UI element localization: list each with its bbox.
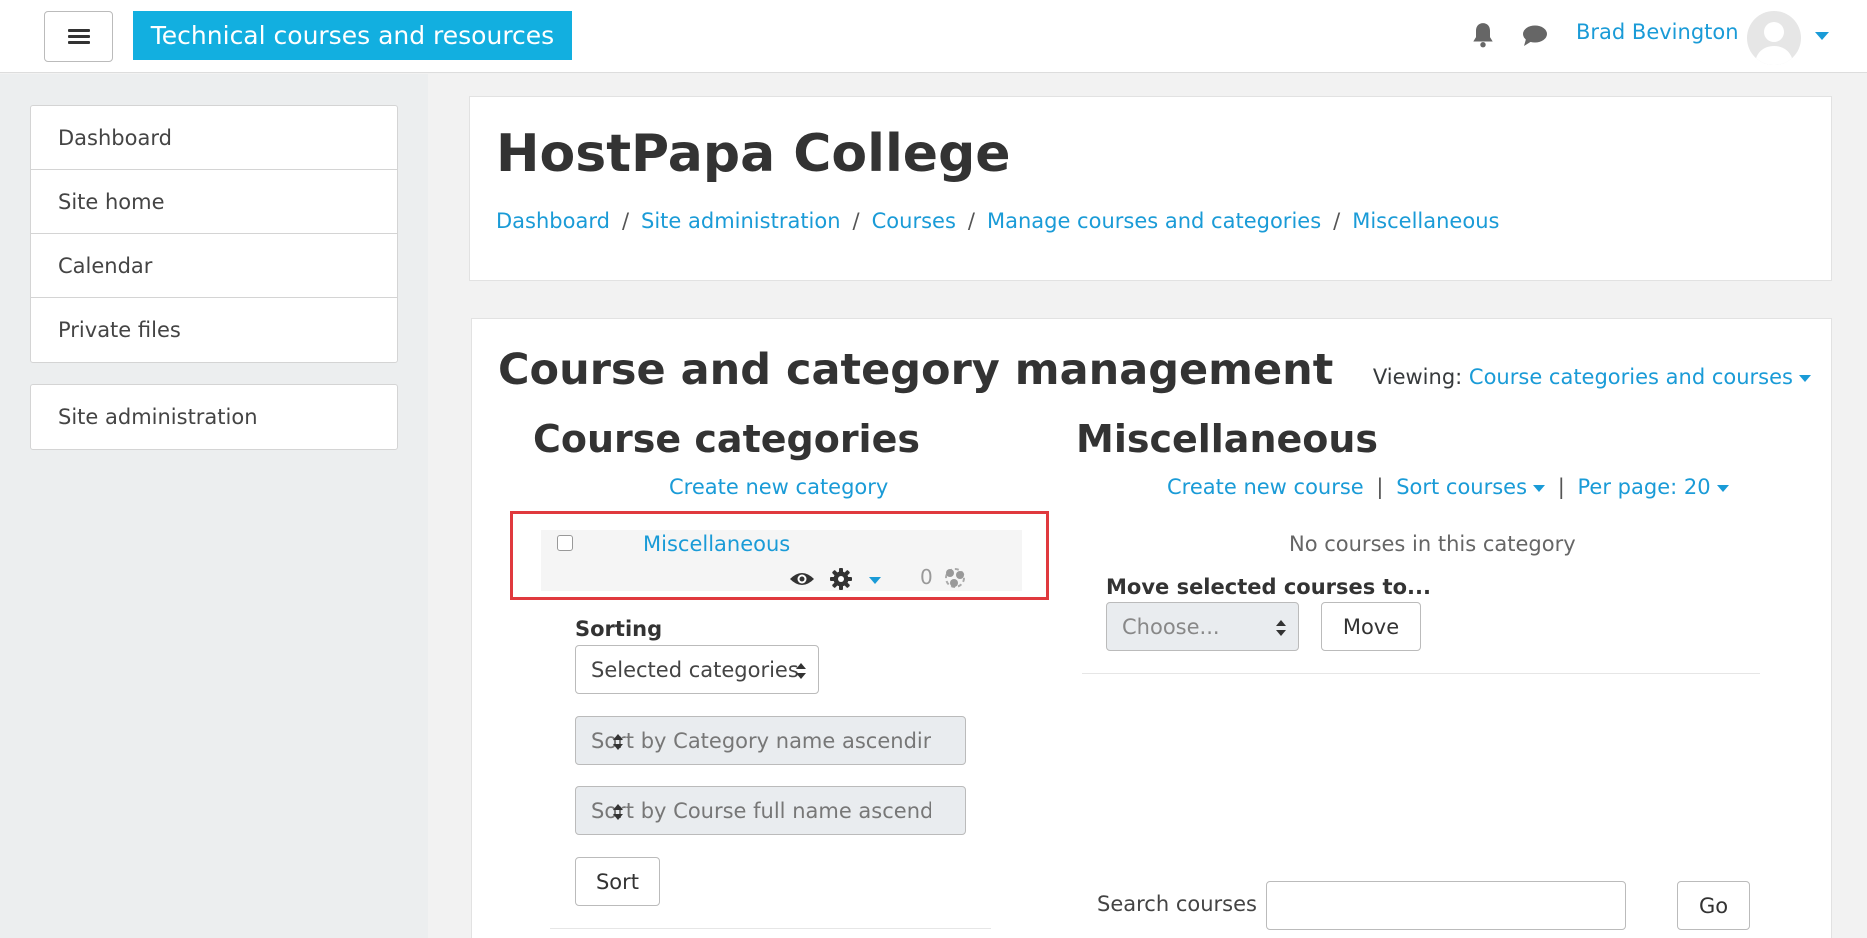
nav-item-dashboard[interactable]: Dashboard (31, 106, 397, 170)
course-actions-bar: Create new course | Sort courses | Per p… (1167, 475, 1729, 499)
breadcrumb-manage-courses[interactable]: Manage courses and categories (987, 209, 1321, 233)
category-sort-select[interactable]: Sort by Category name ascending (575, 716, 966, 765)
move-button[interactable]: Move (1321, 602, 1421, 651)
divider (550, 928, 991, 929)
category-checkbox[interactable] (557, 535, 573, 551)
empty-courses-message: No courses in this category (1289, 532, 1576, 556)
breadcrumb-dashboard[interactable]: Dashboard (496, 209, 610, 233)
move-target-value: Choose... (1122, 614, 1220, 639)
sort-scope-value: Selected categories (591, 657, 799, 682)
search-courses-input[interactable] (1266, 881, 1626, 930)
management-panel: Course and category management Viewing: … (471, 318, 1832, 938)
nav-item-private-files[interactable]: Private files (31, 298, 397, 362)
user-name-link[interactable]: Brad Bevington (1576, 20, 1739, 44)
chevron-down-icon (1533, 484, 1546, 492)
create-category-link[interactable]: Create new category (669, 475, 888, 499)
page-title: HostPapa College (496, 124, 1011, 184)
eye-icon[interactable] (789, 570, 815, 588)
search-courses-label: Search courses (1097, 892, 1257, 916)
pipe-separator: | (1376, 475, 1384, 499)
breadcrumb-separator: / (852, 209, 860, 233)
select-arrows-icon (613, 804, 953, 820)
breadcrumb-separator: / (621, 209, 630, 233)
viewing-label: Viewing: (1372, 365, 1463, 389)
sort-button[interactable]: Sort (575, 857, 660, 906)
drawer-toggle-button[interactable] (44, 11, 113, 62)
per-page-dropdown[interactable]: Per page: 20 (1578, 475, 1729, 499)
nav-item-site-home[interactable]: Site home (31, 170, 397, 234)
chevron-down-icon (1799, 374, 1811, 382)
cohorts-icon[interactable] (942, 565, 968, 591)
per-page-label: Per page: 20 (1577, 475, 1711, 499)
breadcrumb-site-administration[interactable]: Site administration (641, 209, 841, 233)
search-go-button[interactable]: Go (1677, 881, 1750, 930)
top-navbar: Technical courses and resources Brad Bev… (0, 0, 1867, 73)
select-arrows-icon (1276, 620, 1286, 636)
user-menu-caret-icon[interactable] (1815, 32, 1829, 40)
admin-nav-group: Site administration (30, 384, 398, 450)
chevron-down-icon[interactable] (869, 577, 881, 584)
create-course-link[interactable]: Create new course (1167, 475, 1364, 499)
viewing-selector: Viewing: Course categories and courses (1373, 365, 1811, 389)
nav-item-calendar[interactable]: Calendar (31, 234, 397, 298)
viewing-mode-dropdown[interactable]: Course categories and courses (1469, 365, 1811, 389)
breadcrumb-miscellaneous[interactable]: Miscellaneous (1352, 209, 1499, 233)
sorting-label: Sorting (575, 617, 663, 641)
category-name-link[interactable]: Miscellaneous (643, 532, 790, 556)
gear-icon[interactable] (829, 567, 853, 591)
chevron-down-icon (1716, 484, 1729, 492)
user-avatar[interactable] (1747, 11, 1801, 65)
sort-courses-label: Sort courses (1396, 475, 1528, 499)
pipe-separator: | (1557, 475, 1565, 499)
main-nav-group: Dashboard Site home Calendar Private fil… (30, 105, 398, 363)
breadcrumb-separator: / (967, 209, 975, 233)
select-arrows-icon (796, 663, 806, 679)
breadcrumb-courses[interactable]: Courses (872, 209, 956, 233)
breadcrumb: Dashboard / Site administration / Course… (496, 209, 1499, 233)
categories-heading: Course categories (533, 417, 920, 461)
notifications-bell-icon[interactable] (1470, 21, 1496, 49)
category-course-count: 0 (920, 565, 933, 589)
messages-chat-icon[interactable] (1521, 24, 1549, 48)
move-courses-label: Move selected courses to... (1106, 575, 1431, 599)
page-header: HostPapa College Dashboard / Site admini… (469, 96, 1832, 281)
move-target-select[interactable]: Choose... (1106, 602, 1299, 651)
course-sort-select[interactable]: Sort by Course full name ascending (575, 786, 966, 835)
sort-scope-select[interactable]: Selected categories (575, 645, 819, 694)
viewing-mode-value: Course categories and courses (1468, 365, 1793, 389)
user-silhouette-icon (1755, 22, 1793, 65)
select-arrows-icon (613, 734, 953, 750)
site-brand-link[interactable]: Technical courses and resources (133, 11, 572, 60)
nav-item-site-administration[interactable]: Site administration (31, 385, 397, 449)
divider (1082, 673, 1760, 674)
nav-drawer: Dashboard Site home Calendar Private fil… (0, 74, 428, 938)
hamburger-icon (67, 28, 90, 45)
courses-heading: Miscellaneous (1076, 417, 1379, 461)
sort-courses-dropdown[interactable]: Sort courses (1396, 475, 1546, 499)
breadcrumb-separator: / (1333, 209, 1341, 233)
management-title: Course and category management (498, 345, 1334, 395)
